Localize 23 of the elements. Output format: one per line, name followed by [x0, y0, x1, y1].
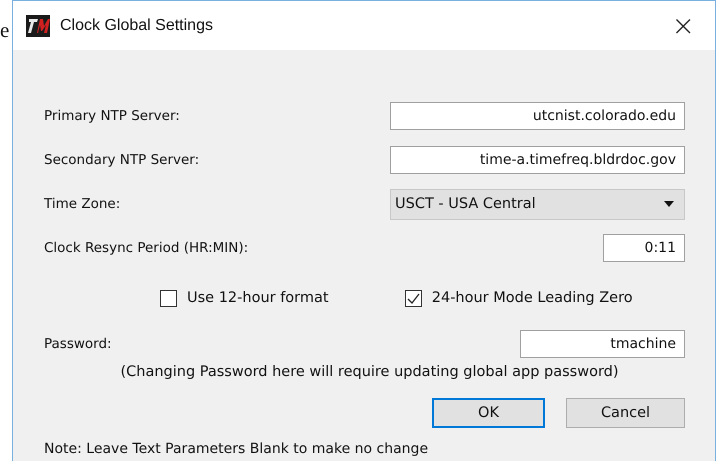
checkbox-label: Use 12-hour format	[187, 290, 329, 306]
checkbox[interactable]	[404, 290, 422, 306]
background-text: e	[0, 18, 10, 43]
input-field[interactable]: utcnist.colorado.edu	[390, 102, 685, 130]
password-hint: (Changing Password here will require updating global app password)	[119, 364, 620, 380]
dialog-button[interactable]: Cancel	[566, 398, 685, 428]
field-label: Primary NTP Server:	[44, 108, 180, 124]
field-label: Secondary NTP Server:	[44, 152, 200, 168]
field-label: Clock Resync Period (HR:MIN):	[44, 240, 248, 256]
checkbox[interactable]	[160, 290, 177, 306]
checkbox-label: 24-hour Mode Leading Zero	[432, 290, 633, 306]
window-title: Clock Global Settings	[60, 16, 214, 34]
password-field[interactable]: tmachine	[520, 330, 685, 358]
note-text: Note: Leave Text Parameters Blank to make no change	[44, 441, 430, 457]
app-logo-icon	[26, 14, 50, 36]
caret-icon	[664, 201, 674, 207]
close-button[interactable]: ×	[664, 12, 703, 40]
input-field[interactable]: time-a.timefreq.bldrdoc.gov	[390, 146, 685, 174]
field-label: Time Zone:	[44, 196, 120, 212]
dialog-button[interactable]: OK	[432, 398, 545, 428]
time-zone-dropdown[interactable]: USCT - USA Central	[390, 188, 685, 220]
input-field[interactable]: 0:11	[603, 234, 685, 262]
field-label: Password:	[44, 336, 112, 352]
